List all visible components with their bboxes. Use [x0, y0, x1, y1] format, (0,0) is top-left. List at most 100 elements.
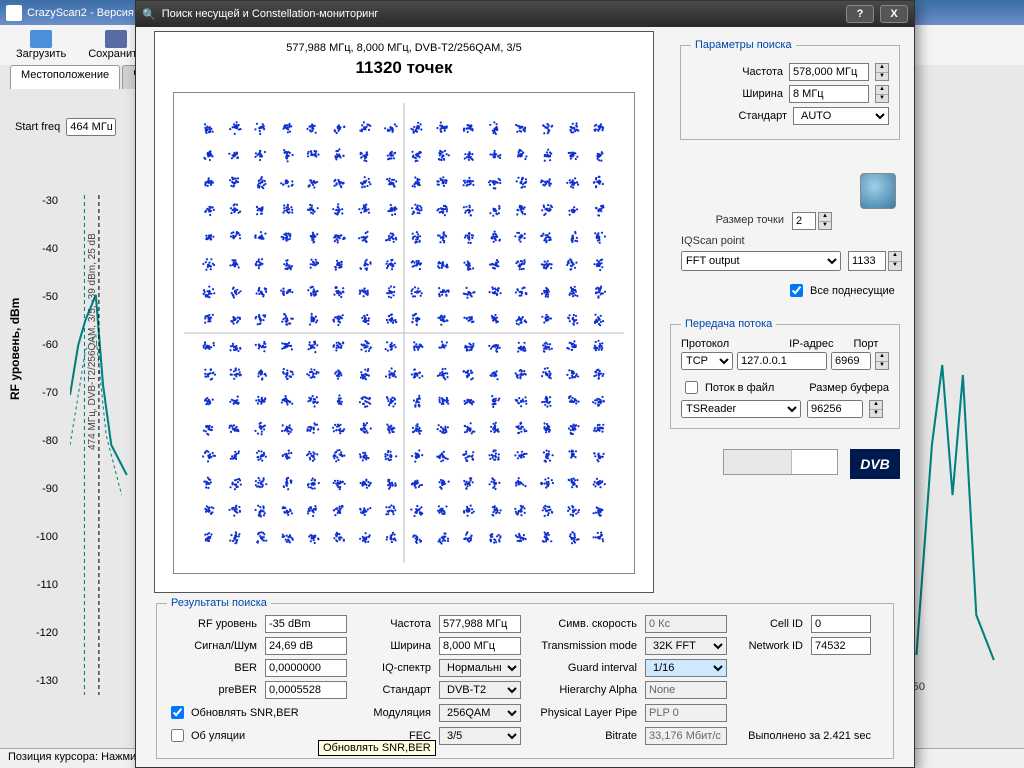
pointsize-spin[interactable]: ▲▼	[818, 212, 832, 230]
ytick: -120	[33, 627, 58, 639]
iqscan-select[interactable]: FFT output	[681, 251, 841, 271]
ytick: -60	[33, 339, 58, 351]
guard-label: Guard interval	[527, 662, 639, 674]
disk-icon	[105, 30, 127, 48]
main-tabs: Местоположение Ч	[10, 65, 153, 89]
results-legend: Результаты поиска	[167, 597, 271, 609]
search-params-fieldset: Параметры поиска Частота▲▼ Ширина▲▼ Стан…	[680, 39, 900, 140]
load-label: Загрузить	[16, 48, 66, 60]
dvb-logo: DVB	[850, 449, 900, 479]
bitrate-label: Bitrate	[527, 730, 639, 742]
tmode-value[interactable]: 32K FFT	[645, 637, 727, 655]
netid-label: Network ID	[733, 640, 805, 652]
globe-icon[interactable]	[860, 173, 896, 209]
std-select[interactable]: AUTO	[793, 107, 889, 125]
freq-input[interactable]	[789, 63, 869, 81]
rwidth-value[interactable]	[439, 637, 521, 655]
iqspec-value[interactable]: Нормальный	[439, 659, 521, 677]
port-label: Порт	[854, 338, 879, 350]
cellid-label: Cell ID	[733, 618, 805, 630]
freq-spin[interactable]: ▲▼	[875, 63, 889, 81]
help-button[interactable]: ?	[846, 5, 874, 23]
snr-label: Сигнал/Шум	[167, 640, 259, 652]
ytick: -40	[33, 243, 58, 255]
folder-icon	[30, 30, 52, 48]
rstd-label: Стандарт	[353, 684, 433, 696]
start-freq-row: Start freq	[15, 118, 116, 136]
rfreq-value[interactable]	[439, 615, 521, 633]
halpha-label: Hierarchy Alpha	[527, 684, 639, 696]
start-freq-input[interactable]	[66, 118, 116, 136]
app-icon	[6, 5, 22, 21]
tab-location[interactable]: Местоположение	[10, 65, 120, 89]
ytick: -90	[33, 483, 58, 495]
allsubcarriers-check[interactable]: Все поднесущие	[786, 281, 895, 300]
plot-title: 11320 точек	[155, 58, 653, 78]
update2-check[interactable]	[171, 729, 184, 742]
buf-label: Размер буфера	[809, 382, 889, 394]
plp-label: Physical Layer Pipe	[527, 707, 639, 719]
cellid-value[interactable]	[811, 615, 871, 633]
marker-annotation: 474 МГц, DVB-T2/256QAM, 3/5, -39 dBm, 25…	[87, 233, 98, 450]
main-title: CrazyScan2 - Версия	[27, 7, 134, 19]
tooltip: Обновлять SNR,BER	[318, 740, 436, 756]
fec-value[interactable]: 3/5	[439, 727, 521, 745]
ber-value[interactable]	[265, 659, 347, 677]
rwidth-label: Ширина	[353, 640, 433, 652]
rf-value[interactable]	[265, 615, 347, 633]
freq-label: Частота	[742, 66, 783, 78]
ytick: -80	[33, 435, 58, 447]
iqscan-num-input[interactable]	[848, 251, 886, 271]
iqspec-label: IQ-спектр	[353, 662, 433, 674]
port-input[interactable]	[831, 352, 871, 370]
mod-label: Модуляция	[353, 707, 433, 719]
iqscan-label: IQScan point	[681, 235, 745, 247]
update-snr-check[interactable]	[171, 706, 184, 719]
update-snr-label: Обновлять SNR,BER	[191, 707, 299, 719]
constellation-plot: 577,988 МГц, 8,000 МГц, DVB-T2/256QAM, 3…	[154, 31, 654, 593]
plp-value	[645, 704, 727, 722]
std-label: Стандарт	[738, 110, 787, 122]
mod-value[interactable]: 256QAM	[439, 704, 521, 722]
tofile-check[interactable]	[685, 381, 698, 394]
buf-spin[interactable]: ▲▼	[869, 400, 883, 418]
plot-subtitle: 577,988 МГц, 8,000 МГц, DVB-T2/256QAM, 3…	[155, 42, 653, 54]
preber-label: preBER	[167, 684, 259, 696]
halpha-value	[645, 681, 727, 699]
ytick: -100	[33, 531, 58, 543]
proto-select[interactable]: TCP	[681, 352, 733, 370]
ip-label: IP-адрес	[789, 338, 833, 350]
port-spin[interactable]: ▲▼	[875, 352, 889, 370]
stream-transfer-fieldset: Передача потока Протокол IP-адрес Порт T…	[670, 318, 900, 429]
width-spin[interactable]: ▲▼	[875, 85, 889, 103]
symrate-value	[645, 615, 727, 633]
iqscan-spin[interactable]: ▲▼	[888, 251, 902, 271]
ytick: -130	[33, 675, 58, 687]
reader-select[interactable]: TSReader	[681, 400, 801, 418]
search-legend: Параметры поиска	[691, 39, 796, 51]
constellation-area[interactable]	[173, 92, 635, 574]
load-button[interactable]: Загрузить	[10, 28, 72, 62]
ip-input[interactable]	[737, 352, 827, 370]
ytick: -50	[33, 291, 58, 303]
dialog-title: Поиск несущей и Constellation-мониторинг	[162, 8, 379, 20]
ytick: -70	[33, 387, 58, 399]
dialog-search-icon: 🔍	[142, 8, 156, 21]
snr-value[interactable]	[265, 637, 347, 655]
allsubcarriers-input[interactable]	[790, 284, 803, 297]
preber-value[interactable]	[265, 681, 347, 699]
guard-value[interactable]: 1/16	[645, 659, 727, 677]
results-fieldset: Результаты поиска RF уровень Частота Сим…	[156, 597, 894, 759]
close-button[interactable]: X	[880, 5, 908, 23]
pointsize-input[interactable]	[792, 212, 816, 230]
elapsed-text: Выполнено за 2.421 sec	[733, 730, 871, 742]
rfreq-label: Частота	[353, 618, 433, 630]
rstd-value[interactable]: DVB-T2	[439, 681, 521, 699]
buf-input[interactable]	[807, 400, 863, 418]
pointsize-label: Размер точки	[716, 214, 784, 226]
bitrate-value	[645, 727, 727, 745]
yaxis-label: RF уровень, dBm	[8, 298, 22, 400]
netid-value[interactable]	[811, 637, 871, 655]
dialog-titlebar[interactable]: 🔍 Поиск несущей и Constellation-монитори…	[136, 1, 914, 27]
width-input[interactable]	[789, 85, 869, 103]
